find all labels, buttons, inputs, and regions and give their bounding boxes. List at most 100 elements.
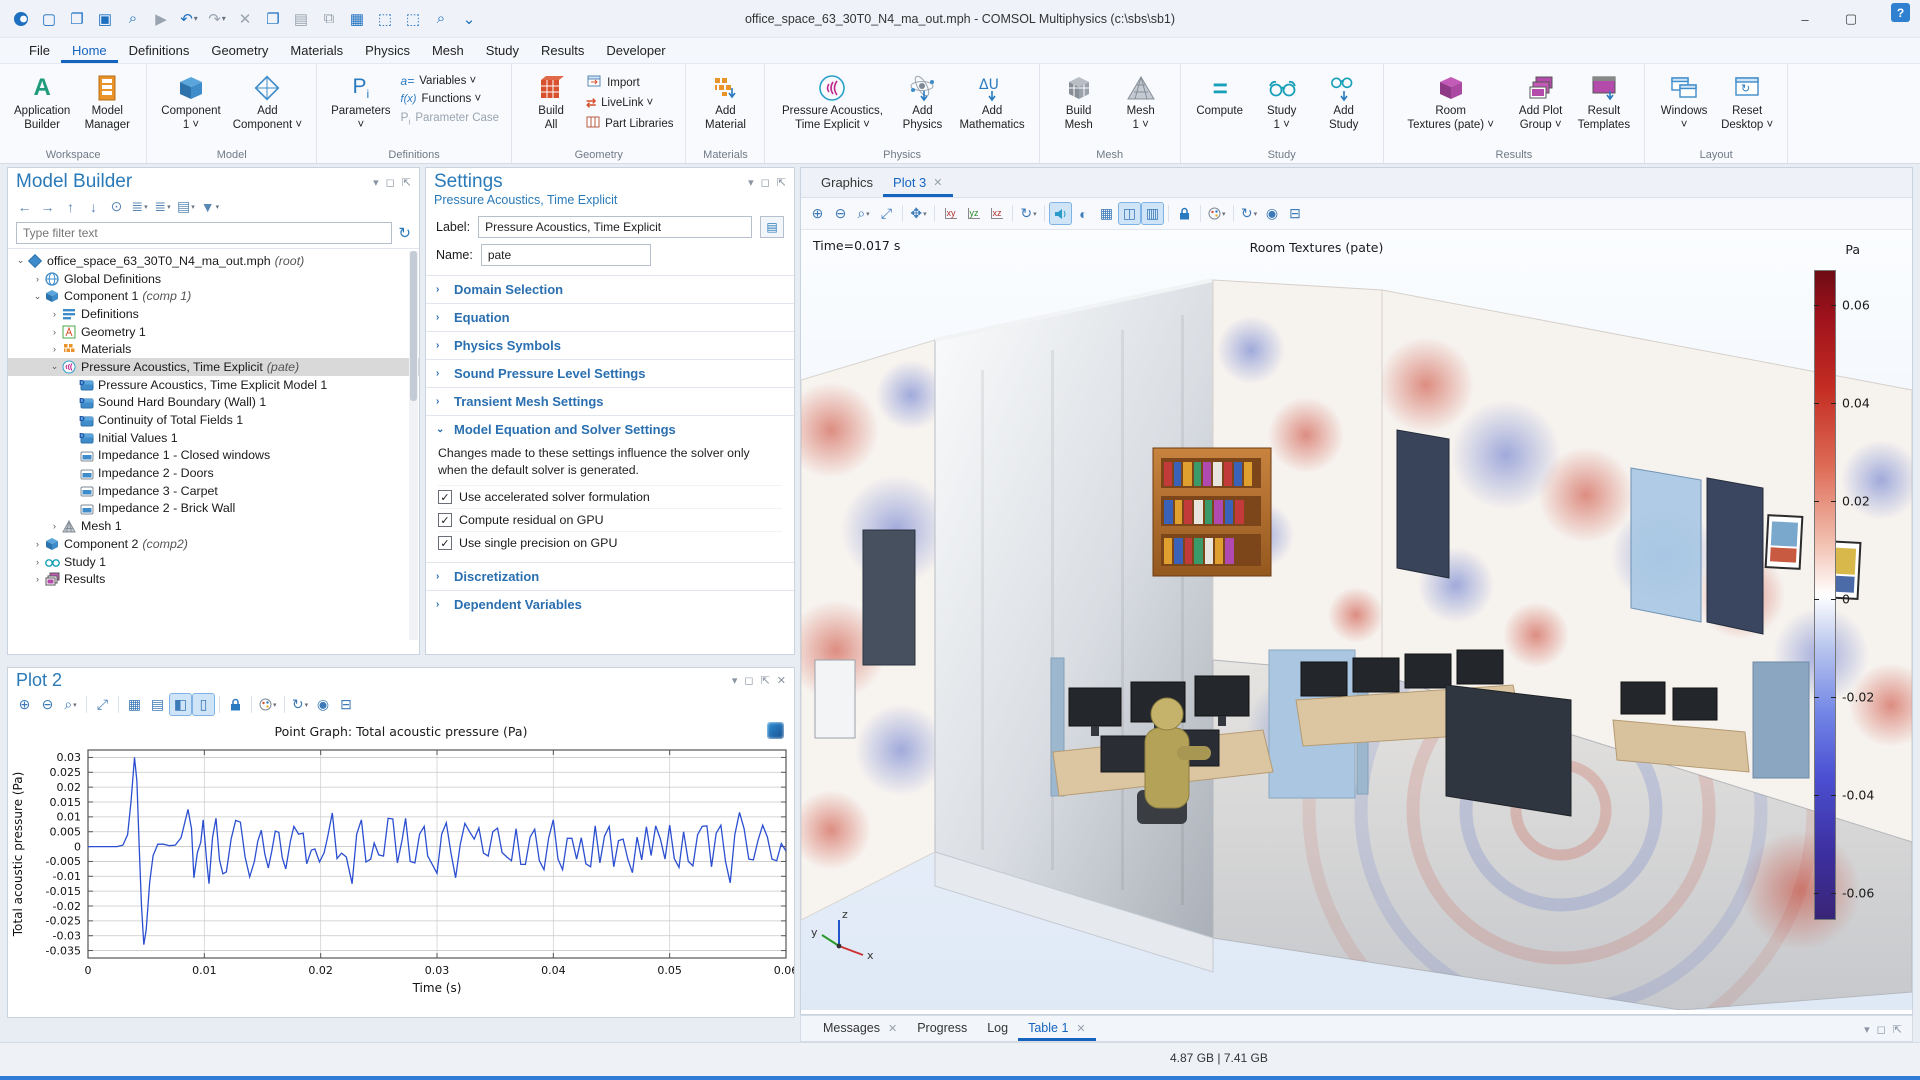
- tab-plot-3[interactable]: Plot 3 ✕: [883, 170, 953, 197]
- tab-graphics[interactable]: Graphics: [811, 170, 883, 197]
- checkbox-row[interactable]: ✓ Compute residual on GPU: [438, 508, 782, 531]
- new-file-icon[interactable]: ▢: [36, 6, 62, 32]
- chevron-down-icon[interactable]: ⌄: [48, 361, 61, 372]
- panel-window-buttons[interactable]: ▾ ◻ ⇱: [1864, 1023, 1902, 1036]
- panel-menu-icon[interactable]: ▾: [373, 176, 379, 189]
- ribbon-button[interactable]: Room Textures (pate) ˅: [1392, 68, 1510, 136]
- tree-item[interactable]: ⌄ Component 1 (comp 1): [8, 287, 419, 305]
- lock-axes-icon[interactable]: [225, 694, 246, 715]
- scrollbar-thumb[interactable]: [410, 251, 417, 401]
- section-header[interactable]: ⌄ Model Equation and Solver Settings: [426, 416, 794, 443]
- panel-menu-icon[interactable]: ▾: [748, 176, 754, 189]
- tree-item[interactable]: ⌄ Pressure Acoustics, Time Explicit (pate): [8, 358, 419, 376]
- find-icon[interactable]: ⌕: [428, 6, 454, 32]
- print-icon[interactable]: ⊟: [1285, 203, 1306, 224]
- tree-item[interactable]: › Global Definitions: [8, 270, 419, 288]
- close-icon[interactable]: ✕: [888, 1022, 897, 1035]
- tree-item[interactable]: › Geometry 1: [8, 323, 419, 341]
- menu-mesh[interactable]: Mesh: [421, 40, 475, 63]
- zoom-out-icon[interactable]: ⊖: [37, 694, 58, 715]
- checkbox-row[interactable]: ✓ Use accelerated solver formulation: [438, 485, 782, 508]
- axis-settings-icon[interactable]: ▤: [147, 694, 168, 715]
- zoom-out-icon[interactable]: ⊖: [830, 203, 851, 224]
- ribbon-button[interactable]: Add Study: [1313, 68, 1375, 136]
- expand-collapse-2-icon[interactable]: ≣ ▾: [152, 196, 173, 217]
- menu-developer[interactable]: Developer: [595, 40, 676, 63]
- view-unhide-icon[interactable]: ◫: [1118, 202, 1141, 225]
- section-header[interactable]: › Sound Pressure Level Settings: [426, 360, 794, 387]
- float-icon[interactable]: ◻: [386, 176, 395, 189]
- toggle-name-button[interactable]: ▤: [760, 216, 784, 238]
- update-plot-icon[interactable]: ↻ ▾: [290, 694, 311, 715]
- menu-study[interactable]: Study: [475, 40, 530, 63]
- tab-progress[interactable]: Progress: [907, 1017, 977, 1041]
- ribbon-button[interactable]: Add Material: [694, 68, 756, 136]
- scene-light-icon[interactable]: ◐: [1073, 203, 1094, 224]
- tree-item[interactable]: › Definitions: [8, 305, 419, 323]
- tree-item[interactable]: Impedance 2 - Brick Wall: [8, 500, 419, 518]
- checkbox[interactable]: ✓: [438, 536, 452, 551]
- save-as-icon[interactable]: ⌕: [120, 6, 146, 32]
- rotate-icon[interactable]: ↻ ▾: [1018, 203, 1039, 224]
- tree-item[interactable]: › Mesh 1: [8, 517, 419, 535]
- ribbon-button[interactable]: Mesh 1 ˅: [1110, 68, 1172, 136]
- tree-item[interactable]: › Results: [8, 570, 419, 588]
- checkbox-row[interactable]: ✓ Use single precision on GPU: [438, 531, 782, 554]
- chevron-down-icon[interactable]: ⌄: [14, 255, 27, 266]
- axis-grid-icon[interactable]: ▦: [124, 694, 145, 715]
- tree-item[interactable]: Impedance 2 - Doors: [8, 464, 419, 482]
- section-header[interactable]: › Discretization: [426, 563, 794, 590]
- app-logo-icon[interactable]: [8, 6, 34, 32]
- minimize-button[interactable]: –: [1782, 0, 1828, 38]
- ribbon-button[interactable]: A Application Builder: [8, 68, 76, 136]
- zoom-box-icon[interactable]: ⌕ ▾: [60, 694, 81, 715]
- update-plot-icon[interactable]: ↻ ▾: [1239, 203, 1260, 224]
- section-header[interactable]: › Equation: [426, 304, 794, 331]
- ribbon-button[interactable]: Add Plot Group ˅: [1510, 68, 1572, 136]
- save-icon[interactable]: ▣: [92, 6, 118, 32]
- panel-window-buttons[interactable]: ▾ ◻ ⇱: [373, 176, 411, 189]
- duplicate-icon[interactable]: ⧉: [316, 6, 342, 32]
- tree-item[interactable]: › Materials: [8, 340, 419, 358]
- zoom-extents-icon[interactable]: ⤢: [92, 694, 113, 715]
- chevron-right-icon[interactable]: ›: [31, 574, 44, 584]
- tree-item[interactable]: ⌄ office_space_63_30T0_N4_ma_out.mph (root…: [8, 252, 419, 270]
- menu-materials[interactable]: Materials: [279, 40, 354, 63]
- print-icon[interactable]: ⊟: [336, 694, 357, 715]
- image-snapshot-icon[interactable]: ◉: [313, 694, 334, 715]
- filter-funnel-icon[interactable]: ▼ ▾: [199, 196, 221, 217]
- y-axis-log-icon[interactable]: ◧: [169, 693, 192, 716]
- float-icon[interactable]: ◻: [1877, 1023, 1886, 1036]
- forward-icon[interactable]: →: [37, 196, 58, 217]
- color-legend-icon[interactable]: ▥: [1141, 202, 1164, 225]
- graphics-canvas[interactable]: Time=0.017 s Room Textures (pate) z x y …: [801, 230, 1912, 1010]
- color-palette-icon[interactable]: ▾: [1206, 203, 1228, 224]
- ribbon-small-button[interactable]: Import: [582, 73, 677, 92]
- chevron-right-icon[interactable]: ›: [31, 539, 44, 549]
- qat-more-icon[interactable]: ⌄: [456, 6, 482, 32]
- section-header[interactable]: › Domain Selection: [426, 276, 794, 303]
- ribbon-button[interactable]: Windows ˅: [1653, 68, 1715, 136]
- show-icon[interactable]: ⊙: [106, 196, 127, 217]
- float-icon[interactable]: ◻: [744, 674, 753, 687]
- tree-item[interactable]: D Sound Hard Boundary (Wall) 1: [8, 394, 419, 412]
- pin-icon[interactable]: ⇱: [1893, 1023, 1902, 1036]
- sound-icon[interactable]: [1049, 202, 1072, 225]
- checkbox[interactable]: ✓: [438, 513, 452, 528]
- close-icon[interactable]: ✕: [933, 176, 942, 189]
- ribbon-button[interactable]: Pressure Acoustics, Time Explicit ˅: [773, 68, 891, 136]
- panel-menu-icon[interactable]: ▾: [732, 674, 738, 687]
- move-down-icon[interactable]: ↓: [83, 196, 104, 217]
- ribbon-button[interactable]: Pi Parameters ˅: [325, 68, 396, 136]
- ribbon-small-button[interactable]: a= Variables ˅: [397, 73, 504, 89]
- run-icon[interactable]: ▶: [148, 6, 174, 32]
- expand-collapse-1-icon[interactable]: ≣ ▾: [129, 196, 150, 217]
- chevron-right-icon[interactable]: ›: [31, 274, 44, 284]
- help-button[interactable]: ?: [1891, 3, 1910, 22]
- ribbon-button[interactable]: Add Physics: [891, 68, 953, 136]
- move-up-icon[interactable]: ↑: [60, 196, 81, 217]
- chevron-right-icon[interactable]: ›: [48, 521, 61, 531]
- view-yz-icon[interactable]: yz: [963, 203, 984, 224]
- chevron-down-icon[interactable]: ⌄: [31, 291, 44, 302]
- chevron-right-icon[interactable]: ›: [48, 309, 61, 319]
